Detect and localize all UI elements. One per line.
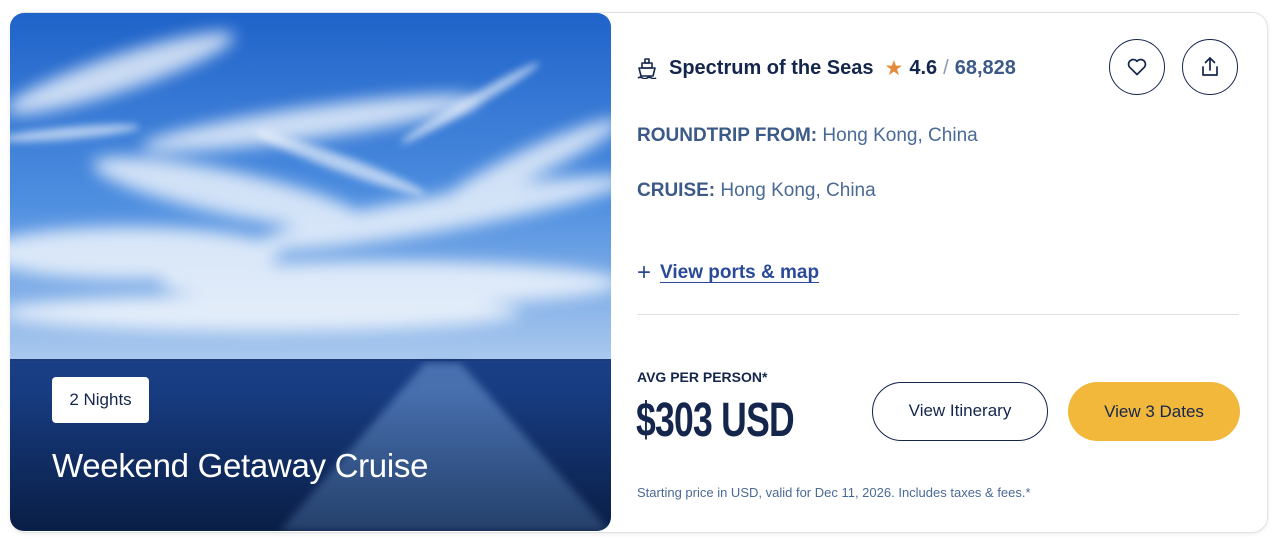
- cruise-line: CRUISE: Hong Kong, China: [637, 180, 876, 202]
- avg-per-person-label: AVG PER PERSON*: [637, 369, 768, 385]
- view-ports-link[interactable]: + View ports & map: [637, 261, 819, 285]
- roundtrip-label: ROUNDTRIP FROM:: [637, 125, 818, 146]
- roundtrip-value: Hong Kong, China: [822, 125, 978, 146]
- price-fineprint: Starting price in USD, valid for Dec 11,…: [637, 485, 1031, 500]
- favorite-button[interactable]: [1109, 39, 1165, 95]
- view-itinerary-button[interactable]: View Itinerary: [872, 382, 1048, 441]
- star-icon: ★: [884, 56, 904, 80]
- rating-separator: /: [943, 56, 949, 79]
- view-dates-button[interactable]: View 3 Dates: [1068, 382, 1240, 441]
- rating-value: 4.6: [909, 56, 938, 79]
- cruise-title: Weekend Getaway Cruise: [52, 447, 429, 484]
- ship-info: Spectrum of the Seas ★ 4.6 / 68,828: [637, 55, 1016, 81]
- share-button[interactable]: [1182, 39, 1238, 95]
- share-icon: [1202, 57, 1218, 76]
- ship-icon: [637, 58, 657, 79]
- price: $303 USD: [636, 394, 795, 447]
- plus-icon: +: [637, 259, 652, 286]
- hero-image[interactable]: 2 Nights Weekend Getaway Cruise: [10, 13, 611, 531]
- roundtrip-line: ROUNDTRIP FROM: Hong Kong, China: [637, 125, 978, 147]
- heart-icon: [1127, 58, 1147, 76]
- divider: [637, 314, 1239, 315]
- view-ports-label[interactable]: View ports & map: [660, 262, 819, 284]
- cruise-label: CRUISE:: [637, 180, 716, 201]
- cruise-value: Hong Kong, China: [720, 180, 876, 201]
- review-count[interactable]: 68,828: [955, 57, 1016, 80]
- nights-badge: 2 Nights: [52, 377, 149, 423]
- ship-name[interactable]: Spectrum of the Seas: [669, 57, 874, 80]
